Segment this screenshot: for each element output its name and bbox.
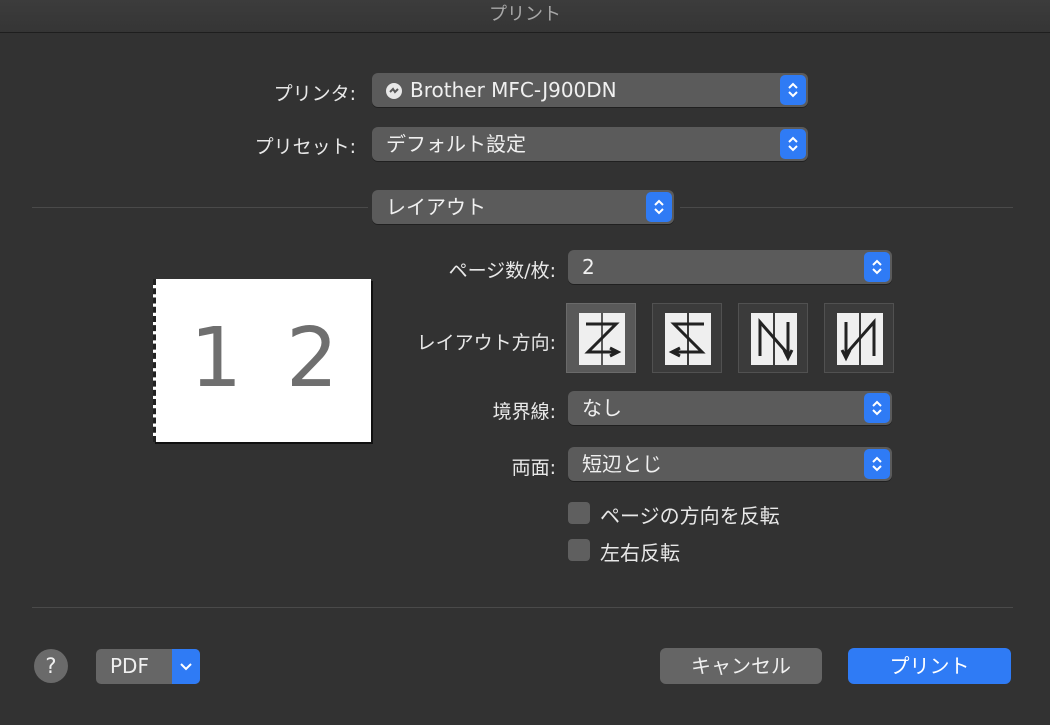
border-popup[interactable]: なし	[568, 391, 892, 425]
separator-left	[32, 207, 368, 208]
chevron-updown-icon	[780, 129, 806, 159]
separator-right	[680, 207, 1013, 208]
cancel-button[interactable]: キャンセル	[660, 648, 822, 684]
help-button[interactable]: ?	[34, 649, 68, 683]
preset-popup[interactable]: デフォルト設定	[372, 127, 808, 161]
layout-direction-z-order[interactable]	[566, 303, 636, 373]
chevron-updown-icon	[864, 252, 890, 282]
border-value: なし	[582, 396, 622, 420]
layout-direction-reverse-n-order[interactable]	[824, 303, 894, 373]
window-title: プリント	[489, 4, 561, 25]
page-preview: 1 2	[153, 279, 371, 442]
layout-direction-reverse-z-order[interactable]	[652, 303, 722, 373]
printer-popup[interactable]: Brother MFC-J900DN	[372, 73, 808, 107]
preview-page-2: 2	[286, 311, 339, 406]
printer-status-icon	[386, 83, 402, 99]
help-icon: ?	[45, 654, 57, 678]
preset-label: プリセット:	[254, 136, 356, 158]
reverse-z-order-icon	[665, 313, 711, 365]
chevron-updown-icon	[864, 393, 890, 423]
pdf-menu-button[interactable]: PDF	[96, 649, 200, 684]
reverse-n-order-icon	[837, 313, 883, 365]
preview-page-1: 1	[190, 311, 243, 406]
printer-value: Brother MFC-J900DN	[410, 78, 617, 102]
n-order-icon	[751, 313, 797, 365]
two-sided-label: 両面:	[511, 457, 556, 479]
pdf-label: PDF	[110, 654, 149, 678]
footer-separator	[32, 607, 1013, 608]
chevron-updown-icon	[780, 75, 806, 105]
printer-label: プリンタ:	[273, 83, 356, 105]
preset-value: デフォルト設定	[386, 132, 526, 156]
chevron-updown-icon	[646, 192, 672, 222]
pages-per-sheet-label: ページ数/枚:	[448, 260, 556, 282]
z-order-icon	[579, 313, 625, 365]
flip-horizontal-checkbox[interactable]	[568, 539, 590, 561]
section-popup[interactable]: レイアウト	[372, 190, 674, 224]
pages-per-sheet-popup[interactable]: 2	[568, 250, 892, 284]
border-label: 境界線:	[492, 401, 556, 423]
chevron-down-icon	[172, 649, 200, 684]
print-button[interactable]: プリント	[848, 648, 1011, 684]
flip-horizontal-label: 左右反転	[600, 541, 680, 565]
reverse-orientation-checkbox[interactable]	[568, 502, 590, 524]
window-title-bar: プリント	[0, 0, 1050, 33]
section-value: レイアウト	[386, 195, 486, 219]
layout-direction-n-order[interactable]	[738, 303, 808, 373]
two-sided-popup[interactable]: 短辺とじ	[568, 447, 892, 481]
two-sided-value: 短辺とじ	[582, 452, 662, 476]
chevron-updown-icon	[864, 449, 890, 479]
layout-direction-label: レイアウト方向:	[416, 332, 556, 354]
reverse-orientation-label: ページの方向を反転	[600, 504, 780, 528]
pages-per-sheet-value: 2	[582, 255, 595, 279]
